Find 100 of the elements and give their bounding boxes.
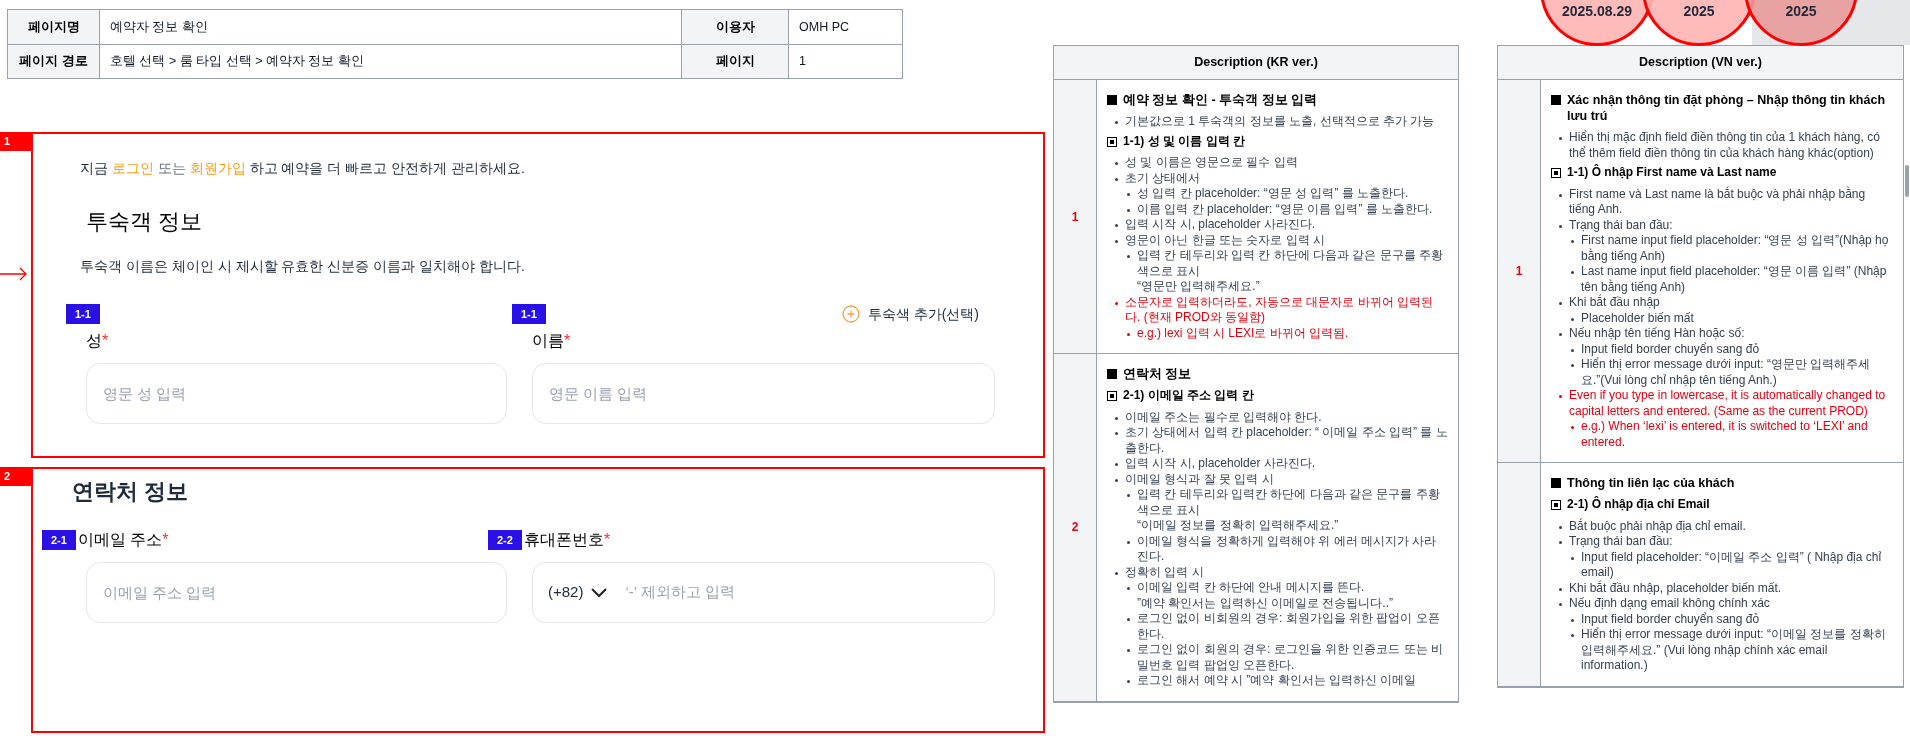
bullet-icon [1571, 556, 1574, 560]
add-guest-button[interactable]: 투숙색 추가(선택) [841, 303, 979, 325]
list-item-text: Trạng thái ban đầu: [1569, 534, 1673, 550]
list-item-text: 이름 입력 칸 placeholder: “영문 이름 입력” 를 노출한다. [1137, 201, 1433, 217]
bullet-icon [1559, 224, 1562, 228]
bullet-icon [1559, 525, 1562, 529]
section-marker: 2 [0, 467, 31, 486]
bullet-icon [1559, 137, 1562, 140]
bullet-icon [1559, 193, 1562, 197]
list-item-text: 소문자로 입력하더라도, 자동으로 대문자로 바뀌어 입력된다. (현재 PROD와 동일함) [1125, 294, 1434, 326]
annotation-badge: 2-1 [42, 530, 76, 550]
row-number: 1 [1071, 208, 1079, 226]
section-heading: Xác nhận thông tin đặt phòng – Nhập thông tin khách lưu trú [1567, 92, 1887, 124]
bullet-icon [1571, 618, 1574, 622]
chevron-down-icon [591, 587, 608, 598]
list-item-text: Hiển thị mặc định field điền thông tin của 1 khách hàng, có thể thêm field điền thông tin của khách hàng khác(option) [1569, 130, 1881, 161]
bullet-icon [1127, 494, 1130, 497]
info-value-cell-text: 1 [798, 53, 807, 71]
table-header: Description (KR ver.) [1054, 46, 1458, 80]
list-item-text: 영문이 아닌 한글 또는 숫자로 입력 시 [1125, 232, 1325, 248]
list-item-text: 기본값으로 1 투숙객의 정보를 노출, 선택적으로 추가 가능 [1125, 114, 1435, 130]
field-label: 휴대폰번호* [523, 531, 611, 548]
info-label-cell: 페이지 [682, 45, 789, 78]
list-item-text: 이메일 형식과 잘 못 입력 시 [1125, 471, 1274, 487]
list-item-text: Last name input field placeholder: “영문 이름 입력” (Nhập tên bằng tiếng Anh) [1581, 264, 1888, 294]
bullet-icon [1115, 571, 1118, 575]
list-item-text: 초기 상태에서 입력 칸 placeholder: “ 이메일 주소 입력” 를 노출한다. [1125, 425, 1448, 456]
bullet-icon [1571, 634, 1574, 637]
list-item-text: Input field border chuyển sang đỏ [1581, 341, 1760, 357]
info-value-cell-text: OMH PC [798, 18, 850, 36]
list-item-text: Trạng thái ban đầu: [1569, 217, 1673, 233]
row-number: 2 [1071, 519, 1079, 537]
phone-field[interactable]: (+82) ‘-’ 제외하고 입력 [532, 562, 995, 623]
section-title: 연락처 정보 [72, 478, 190, 506]
list-item-text: First name input field placeholder: “영문 성 입력”(Nhập họ bằng tiếng Anh) [1581, 233, 1890, 264]
list-item-text: 정확히 입력 시 [1125, 564, 1204, 580]
bullet-icon [1127, 540, 1130, 544]
list-item-text: 이메일 형식을 정확하게 입력해야 위 에러 메시지가 사라진다. [1137, 533, 1438, 565]
subsection-heading: 2-1) Ô nhập địa chỉ Email [1567, 497, 1710, 513]
bullet-icon [1127, 649, 1130, 652]
list-item-text: 이메일 입력 칸 하단에 안내 메시지를 뜬다. ”예약 확인서는 입력하신 이메일로 전송됩니다..” [1137, 580, 1393, 611]
plus-circle-icon [841, 305, 860, 323]
bullet-icon [1127, 618, 1130, 621]
bullet-icon [1115, 239, 1118, 243]
field-label: 성* [86, 332, 109, 349]
list-item-text: 로그인 없이 회원의 경우: 로그인을 위한 인증코드 또는 비밀번호 입력 팝업잉 오픈한다. [1137, 642, 1444, 673]
section-heading: Thông tin liên lạc của khách [1567, 475, 1735, 491]
bullet-icon [1127, 208, 1130, 212]
text-input-field[interactable]: 영문 이름 입력 [532, 363, 995, 424]
list-item-text: Input field border chuyển sang đỏ [1581, 611, 1760, 627]
list-item-text: 초기 상태에서 [1125, 170, 1201, 186]
bullet-icon [1559, 395, 1562, 398]
bullet-icon [1127, 332, 1130, 336]
list-item-text: 성 입력 칸 placeholder: “영문 성 입력” 를 노출한다. [1137, 186, 1409, 202]
list-item-text: Input field placeholder: “이메일 주소 입력” ( Nhập địa chỉ email) [1581, 549, 1883, 580]
bullet-icon [1127, 680, 1130, 683]
bullet-icon [1115, 301, 1118, 305]
boxed-square-icon [1107, 136, 1117, 147]
subsection-heading: 1-1) Ô nhập First name và Last name [1567, 165, 1777, 181]
text-input-field[interactable]: 영문 성 입력 [86, 363, 507, 424]
bullet-icon [1115, 121, 1118, 124]
square-icon [1107, 369, 1117, 379]
bullet-icon [1127, 255, 1130, 258]
info-label-cell: 이용자 [682, 10, 789, 44]
bullet-icon [1571, 240, 1574, 243]
bullet-icon [1571, 426, 1574, 429]
section-heading: 예약 정보 확인 - 투숙객 정보 입력 [1123, 92, 1317, 108]
text-input-field[interactable]: 이메일 주소 입력 [86, 562, 507, 623]
bullet-icon [1559, 541, 1562, 544]
section-marker: 1 [0, 132, 31, 151]
list-item-text: Khi bắt đầu nhập, placeholder biến mất. [1569, 580, 1782, 596]
list-item-text: 로그인 해서 예약 시 ”예약 확인서는 입력하신 이메일 [1137, 673, 1417, 689]
login-notice: 지금 로그인 또는 회원가입 하고 예약을 더 빠르고 안전하게 관리하세요. [80, 159, 526, 178]
list-item-text: 성 및 이름은 영문으로 필수 입력 [1125, 155, 1298, 171]
table-header: Description (VN ver.) [1498, 46, 1903, 80]
country-code-dropdown[interactable]: (+82) [548, 581, 608, 604]
list-item-text: 로그인 없이 비회원의 경우: 회원가입을 위한 팝업이 오픈한다. [1137, 611, 1441, 642]
square-icon [1107, 95, 1117, 105]
bullet-icon [1127, 193, 1130, 196]
boxed-square-icon [1107, 391, 1117, 401]
list-item-text: Bắt buộc phải nhập địa chỉ email. [1569, 518, 1746, 534]
list-item-text: 입력 칸 테두리와 입력 칸 하단에 다음과 같은 문구를 주황색으로 표시 “영문만 입력해주세요.” [1137, 248, 1444, 295]
scrollbar-thumb[interactable] [1905, 165, 1909, 197]
list-item-text: Nếu nhập tên tiếng Hàn hoặc số: [1569, 326, 1745, 342]
list-item-text: Hiển thị error message dưới input: “영문만 입력해주세요.”(Vui lòng chỉ nhập tên tiếng Anh.) [1581, 357, 1872, 388]
bullet-icon [1115, 224, 1118, 227]
bullet-icon [1571, 271, 1574, 274]
bullet-icon [1115, 463, 1118, 466]
bullet-icon [1559, 302, 1562, 305]
bullet-icon [1127, 587, 1130, 590]
bullet-icon [1559, 603, 1562, 606]
list-item-text: e.g.) lexi 입력 시 LEXI로 바뀌어 입력됨. [1137, 325, 1349, 341]
list-item-text: 입력 시작 시, placeholder 사라진다. [1125, 456, 1316, 472]
section-title: 투숙객 정보 [86, 208, 204, 236]
bullet-icon [1559, 587, 1562, 591]
bullet-icon [1115, 162, 1118, 165]
bullet-icon [1571, 364, 1574, 367]
annotation-badge: 1-1 [66, 304, 100, 324]
list-item-text: e.g.) When ‘lexi’ is entered, it is switched to ‘LEXI’ and entered. [1581, 419, 1869, 450]
list-item-text: 입력 칸 테두리와 입력칸 하단에 다음과 같은 문구를 주황색으로 표시 “이메일 정보를 정확히 입력해주세요.” [1137, 487, 1441, 534]
